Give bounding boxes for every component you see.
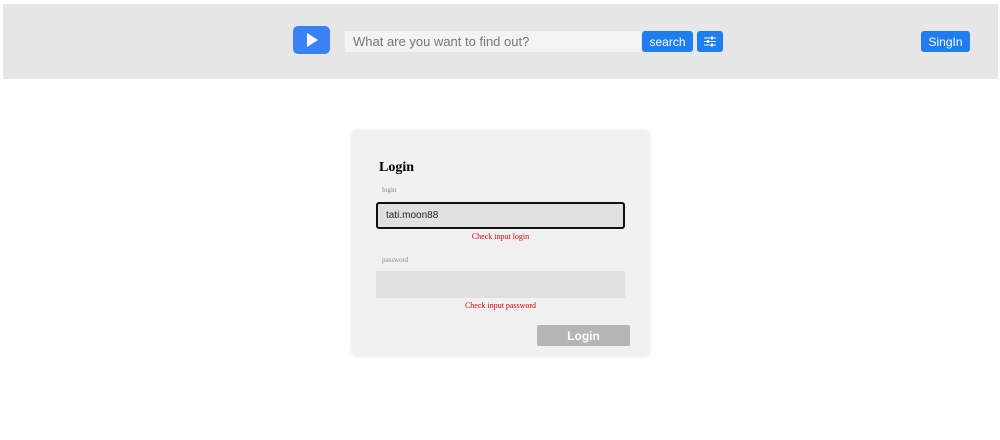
password-input[interactable] — [376, 271, 625, 298]
search-input[interactable] — [345, 31, 641, 52]
signin-button[interactable]: SingIn — [921, 31, 970, 52]
sliders-icon — [704, 36, 716, 47]
play-icon — [306, 33, 318, 47]
login-card: Login login Check input login password C… — [352, 131, 649, 356]
password-field-label: password — [382, 256, 409, 264]
login-input[interactable] — [376, 202, 625, 229]
search-button[interactable]: search — [642, 31, 693, 52]
login-submit-button[interactable]: Login — [537, 325, 630, 346]
login-title: Login — [379, 160, 415, 175]
password-error-message: Check input password — [464, 301, 537, 310]
logo[interactable] — [293, 26, 330, 54]
filter-button[interactable] — [697, 31, 723, 52]
login-field-label: login — [382, 186, 397, 194]
top-bar: search SingIn — [3, 4, 998, 79]
login-error-message: Check input login — [471, 232, 530, 241]
